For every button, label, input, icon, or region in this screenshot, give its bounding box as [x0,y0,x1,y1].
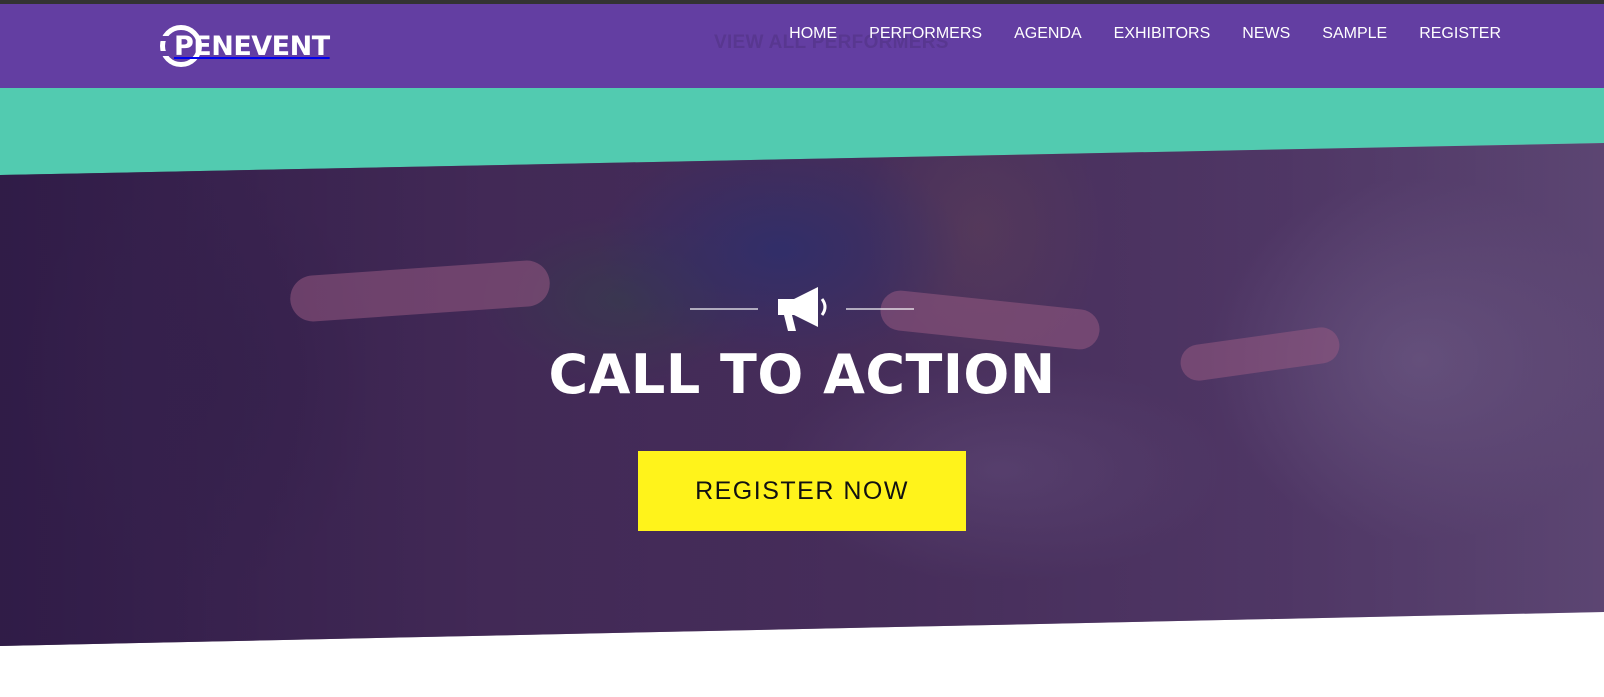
openevent-logo[interactable]: PENEVENT [157,24,330,68]
navbar: PENEVENT VIEW ALL PERFORMERS HOME PERFOR… [0,4,1604,88]
nav-item-register: REGISTER [1403,23,1501,45]
divider-line-left [690,308,758,310]
nav-item-agenda: AGENDA [998,23,1098,45]
main-nav: HOME PERFORMERS AGENDA EXHIBITORS NEWS S… [773,23,1501,45]
nav-link-news[interactable]: NEWS [1226,23,1306,45]
cta-content: CALL TO ACTION REGISTER NOW [0,283,1604,531]
nav-link-home[interactable]: HOME [773,23,853,45]
divider-line-right [846,308,914,310]
cta-icon-row [0,283,1604,335]
logo-text: PENEVENT [174,30,330,62]
nav-link-exhibitors[interactable]: EXHIBITORS [1098,23,1227,45]
nav-link-performers[interactable]: PERFORMERS [853,23,998,45]
cta-title: CALL TO ACTION [548,343,1056,406]
megaphone-icon [778,287,827,331]
nav-link-agenda[interactable]: AGENDA [998,23,1098,45]
page: PENEVENT VIEW ALL PERFORMERS HOME PERFOR… [0,0,1604,697]
nav-link-register[interactable]: REGISTER [1403,23,1501,45]
nav-item-performers: PERFORMERS [853,23,998,45]
nav-item-home: HOME [773,23,853,45]
register-now-button[interactable]: REGISTER NOW [638,451,966,531]
nav-item-sample: SAMPLE [1306,23,1403,45]
nav-link-sample[interactable]: SAMPLE [1306,23,1403,45]
nav-item-news: NEWS [1226,23,1306,45]
nav-item-exhibitors: EXHIBITORS [1098,23,1227,45]
